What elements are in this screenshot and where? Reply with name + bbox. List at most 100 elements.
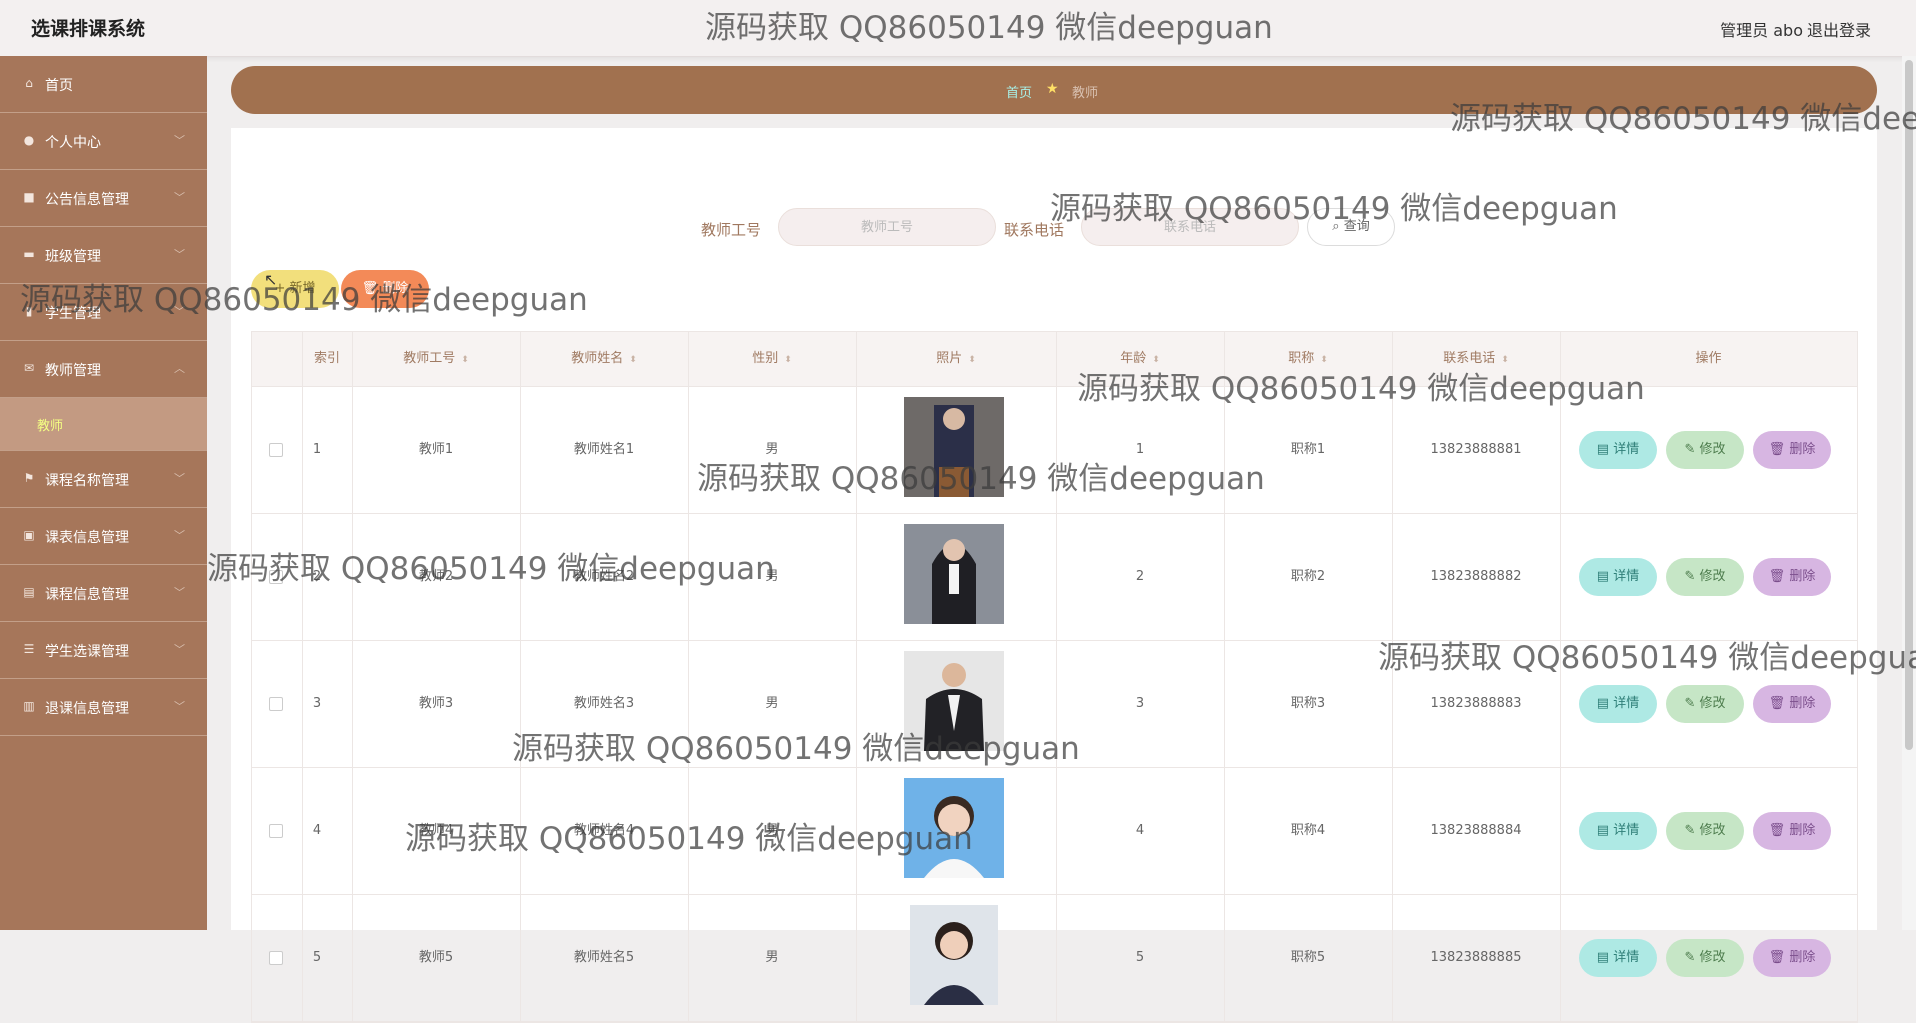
pencil-icon: ✎	[1684, 823, 1700, 838]
delete-button[interactable]: 🗑 删除	[1753, 939, 1831, 977]
sliders-icon: ☰	[23, 642, 35, 656]
sidebar-item-announcements[interactable]: ■ 公告信息管理 ﹀	[0, 170, 207, 227]
page-scrollbar[interactable]	[1902, 56, 1916, 930]
column-header-teacher-name[interactable]: 教师姓名 ⬍	[520, 332, 688, 386]
delete-label: 删除	[382, 281, 409, 296]
sidebar-item-course-info[interactable]: ▤ 课程信息管理 ﹀	[0, 565, 207, 622]
cell-teacher-id: 教师1	[418, 442, 454, 457]
edit-button[interactable]: ✎ 修改	[1666, 685, 1744, 723]
teacher-photo	[904, 524, 1004, 624]
cell-index: 4	[312, 823, 322, 838]
sidebar-item-personal-center[interactable]: ● 个人中心 ﹀	[0, 113, 207, 170]
cell-teacher-name: 教师姓名2	[573, 569, 635, 584]
cell-index: 2	[312, 569, 322, 584]
chevron-down-icon: ﹀	[174, 472, 185, 485]
column-header-phone[interactable]: 联系电话 ⬍	[1392, 332, 1560, 386]
cell-title: 职称5	[1290, 950, 1326, 965]
row-checkbox[interactable]	[269, 697, 283, 711]
sidebar-item-course-names[interactable]: ⚑ 课程名称管理 ﹀	[0, 451, 207, 508]
cell-title: 职称4	[1290, 823, 1326, 838]
scrollbar-thumb[interactable]	[1905, 60, 1913, 750]
detail-button[interactable]: ▤ 详情	[1579, 939, 1657, 977]
column-header-photo[interactable]: 照片 ⬍	[856, 332, 1056, 386]
cell-teacher-name: 教师姓名5	[573, 950, 635, 965]
cell-index: 1	[312, 442, 322, 457]
delete-button[interactable]: 🗑 删除	[1753, 558, 1831, 596]
query-button[interactable]: ⌕ 查询	[1307, 208, 1395, 246]
edit-button[interactable]: ✎ 修改	[1666, 812, 1744, 850]
row-checkbox[interactable]	[269, 824, 283, 838]
add-label: 新增	[289, 281, 316, 296]
detail-button[interactable]: ▤ 详情	[1579, 685, 1657, 723]
document-icon: ▤	[1596, 442, 1614, 457]
sidebar-item-classes[interactable]: ▬ 班级管理 ﹀	[0, 227, 207, 284]
detail-button[interactable]: ▤ 详情	[1579, 431, 1657, 469]
teacher-table: 索引 教师工号 ⬍ 教师姓名 ⬍ 性别 ⬍ 照片 ⬍ 年龄 ⬍ 职称 ⬍ 联系电话 ⬍ 操作 …	[251, 331, 1858, 1023]
sidebar-subitem-teacher[interactable]: 教师	[0, 398, 207, 451]
sort-icon: ⬍	[1152, 355, 1160, 365]
sidebar-item-course-withdrawal[interactable]: ▥ 退课信息管理 ﹀	[0, 679, 207, 736]
sidebar-item-course-selection[interactable]: ☰ 学生选课管理 ﹀	[0, 622, 207, 679]
sort-icon: ⬍	[784, 355, 792, 365]
sidebar-item-label: 首页	[45, 78, 73, 94]
row-checkbox[interactable]	[269, 443, 283, 457]
cell-gender: 男	[765, 442, 779, 457]
row-checkbox[interactable]	[269, 570, 283, 584]
chevron-down-icon: ﹀	[174, 643, 185, 656]
delete-button[interactable]: 🗑 删除	[1753, 431, 1831, 469]
table-row: 1 教师1 教师姓名1 男 1 职称1 13823888881 ▤ 详情 ✎ 修…	[252, 387, 1857, 514]
edit-button[interactable]: ✎ 修改	[1666, 939, 1744, 977]
cell-teacher-id: 教师3	[418, 696, 454, 711]
star-icon: ★	[1046, 81, 1059, 97]
chevron-down-icon: ﹀	[174, 191, 185, 204]
cell-teacher-name: 教师姓名4	[573, 823, 635, 838]
document-icon: ▤	[1596, 823, 1614, 838]
cell-teacher-id: 教师5	[418, 950, 454, 965]
column-header-age[interactable]: 年龄 ⬍	[1056, 332, 1224, 386]
trash-icon: 🗑	[1768, 950, 1790, 965]
sidebar-item-timetable[interactable]: ▣ 课表信息管理 ﹀	[0, 508, 207, 565]
chevron-up-icon: ︿	[174, 362, 185, 375]
sidebar-item-label: 教师管理	[45, 363, 101, 379]
clipboard-icon: ▤	[23, 585, 35, 599]
chevron-down-icon: ﹀	[174, 305, 185, 318]
delete-button[interactable]: 🗑 删除	[1753, 812, 1831, 850]
sidebar-item-students[interactable]: ▮ 学生管理 ﹀	[0, 284, 207, 341]
document-icon: ▤	[1596, 569, 1614, 584]
column-header-gender[interactable]: 性别 ⬍	[688, 332, 856, 386]
detail-button[interactable]: ▤ 详情	[1579, 558, 1657, 596]
chat-icon: ■	[23, 190, 35, 204]
search-icon: ⌕	[1332, 219, 1340, 234]
column-header-teacher-id[interactable]: 教师工号 ⬍	[352, 332, 520, 386]
column-header-index[interactable]: 索引	[302, 332, 352, 386]
content-panel: 教师工号 教师工号 联系电话 联系电话 ⌕ 查询 + 新增 🗑 删除 索引 教师…	[231, 128, 1877, 1023]
sidebar-item-teachers[interactable]: ✉ 教师管理 ︿	[0, 341, 207, 398]
sidebar-item-label: 课程名称管理	[45, 473, 129, 489]
column-header-title[interactable]: 职称 ⬍	[1224, 332, 1392, 386]
sidebar-item-home[interactable]: ⌂ 首页	[0, 56, 207, 113]
edit-button[interactable]: ✎ 修改	[1666, 431, 1744, 469]
cell-age: 3	[1135, 696, 1145, 711]
cell-gender: 男	[765, 696, 779, 711]
chevron-down-icon: ﹀	[174, 134, 185, 147]
teacher-id-label: 教师工号	[701, 221, 762, 239]
document-icon: ▤	[1596, 696, 1614, 711]
sidebar: ⌂ 首页 ● 个人中心 ﹀ ■ 公告信息管理 ﹀ ▬ 班级管理 ﹀ ▮ 学生管理…	[0, 56, 207, 930]
teacher-id-input[interactable]: 教师工号	[778, 208, 996, 246]
row-checkbox[interactable]	[269, 951, 283, 965]
sort-icon: ⬍	[629, 355, 637, 365]
sort-icon: ⬍	[1320, 355, 1328, 365]
edit-button[interactable]: ✎ 修改	[1666, 558, 1744, 596]
cell-title: 职称2	[1290, 569, 1326, 584]
pencil-icon: ✎	[1684, 950, 1700, 965]
delete-button[interactable]: 🗑 删除	[1753, 685, 1831, 723]
breadcrumb-home[interactable]: 首页	[1006, 82, 1032, 101]
trash-icon: 🗑	[1768, 696, 1790, 711]
table-row: 3 教师3 教师姓名3 男 3 职称3 13823888883 ▤ 详情 ✎ 修…	[252, 641, 1857, 768]
phone-input[interactable]: 联系电话	[1081, 208, 1299, 246]
sidebar-item-label: 退课信息管理	[45, 701, 129, 717]
batch-delete-button[interactable]: 🗑 删除	[341, 270, 429, 308]
detail-button[interactable]: ▤ 详情	[1579, 812, 1657, 850]
logout-link[interactable]: 退出登录	[1807, 17, 1871, 41]
trash-icon: 🗑	[1768, 442, 1790, 457]
